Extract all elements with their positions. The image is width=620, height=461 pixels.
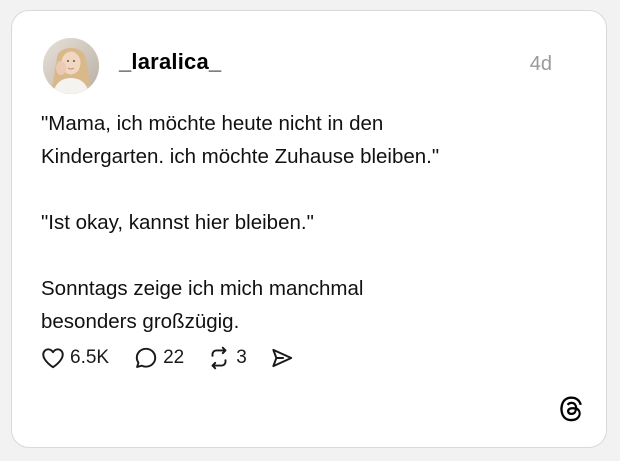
paragraph: Sonntags zeige ich mich manchmal besonde… <box>41 272 561 338</box>
paragraph: "Ist okay, kannst hier bleiben." <box>41 206 561 239</box>
text-line: "Mama, ich möchte heute nicht in den <box>41 112 384 135</box>
like-button[interactable]: 6.5K <box>40 345 109 371</box>
text-line: "Ist okay, kannst hier bleiben." <box>41 211 314 234</box>
post-card: _laralica_ 4d "Mama, ich möchte heute ni… <box>11 10 607 448</box>
repost-icon <box>206 345 232 371</box>
speech-bubble-icon <box>133 345 159 371</box>
heart-icon <box>40 345 66 371</box>
text-line: Sonntags zeige ich mich manchmal <box>41 277 364 300</box>
action-bar: 6.5K 22 3 <box>40 343 295 373</box>
username[interactable]: _laralica_ <box>119 49 221 75</box>
avatar-image <box>43 38 99 94</box>
repost-count: 3 <box>236 347 247 368</box>
like-count: 6.5K <box>70 347 110 368</box>
reply-button[interactable]: 22 <box>133 345 184 371</box>
avatar[interactable] <box>43 38 99 94</box>
text-line: besonders großzügig. <box>41 310 240 333</box>
reply-count: 22 <box>163 347 185 368</box>
post-body: "Mama, ich möchte heute nicht in den Kin… <box>41 107 561 338</box>
timestamp: 4d <box>529 53 552 75</box>
paragraph: "Mama, ich möchte heute nicht in den Kin… <box>41 107 561 173</box>
repost-button[interactable]: 3 <box>206 345 247 371</box>
share-button[interactable] <box>269 345 295 371</box>
threads-logo-icon <box>557 394 587 424</box>
text-line: Kindergarten. ich möchte Zuhause bleiben… <box>41 145 440 168</box>
send-icon <box>269 345 295 371</box>
